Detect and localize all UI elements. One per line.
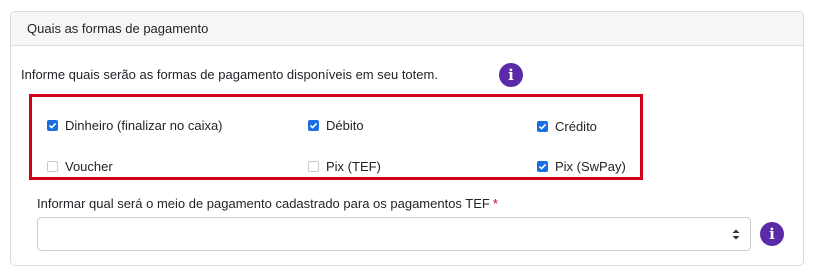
info-icon[interactable]: i: [499, 63, 523, 87]
tef-payment-select[interactable]: [37, 217, 751, 251]
payment-methods-card: Quais as formas de pagamento Informe qua…: [10, 11, 804, 266]
option-label: Pix (TEF): [326, 159, 381, 174]
info-icon[interactable]: i: [760, 222, 784, 246]
option-label: Crédito: [555, 119, 597, 134]
intro-text: Informe quais serão as formas de pagamen…: [21, 67, 438, 82]
option-credito[interactable]: Crédito: [537, 119, 597, 134]
option-pix-swpay[interactable]: Pix (SwPay): [537, 159, 626, 174]
option-label: Pix (SwPay): [555, 159, 626, 174]
option-voucher[interactable]: Voucher: [47, 159, 113, 174]
card-title: Quais as formas de pagamento: [27, 21, 209, 36]
checkbox-debito[interactable]: [308, 120, 319, 131]
option-debito[interactable]: Débito: [308, 118, 364, 133]
select-arrows-icon: [732, 229, 740, 240]
option-dinheiro[interactable]: Dinheiro (finalizar no caixa): [47, 118, 223, 133]
option-pix-tef[interactable]: Pix (TEF): [308, 159, 381, 174]
option-label: Débito: [326, 118, 364, 133]
checkbox-dinheiro[interactable]: [47, 120, 58, 131]
card-header: Quais as formas de pagamento: [11, 12, 803, 46]
checkbox-pix-swpay[interactable]: [537, 161, 548, 172]
checkbox-credito[interactable]: [537, 121, 548, 132]
checkbox-voucher[interactable]: [47, 161, 58, 172]
checkbox-pix-tef[interactable]: [308, 161, 319, 172]
tef-field-label: Informar qual será o meio de pagamento c…: [37, 196, 498, 211]
required-asterisk: *: [492, 196, 498, 211]
option-label: Dinheiro (finalizar no caixa): [65, 118, 223, 133]
option-label: Voucher: [65, 159, 113, 174]
payment-options-group: Dinheiro (finalizar no caixa) Débito Cré…: [29, 94, 643, 180]
